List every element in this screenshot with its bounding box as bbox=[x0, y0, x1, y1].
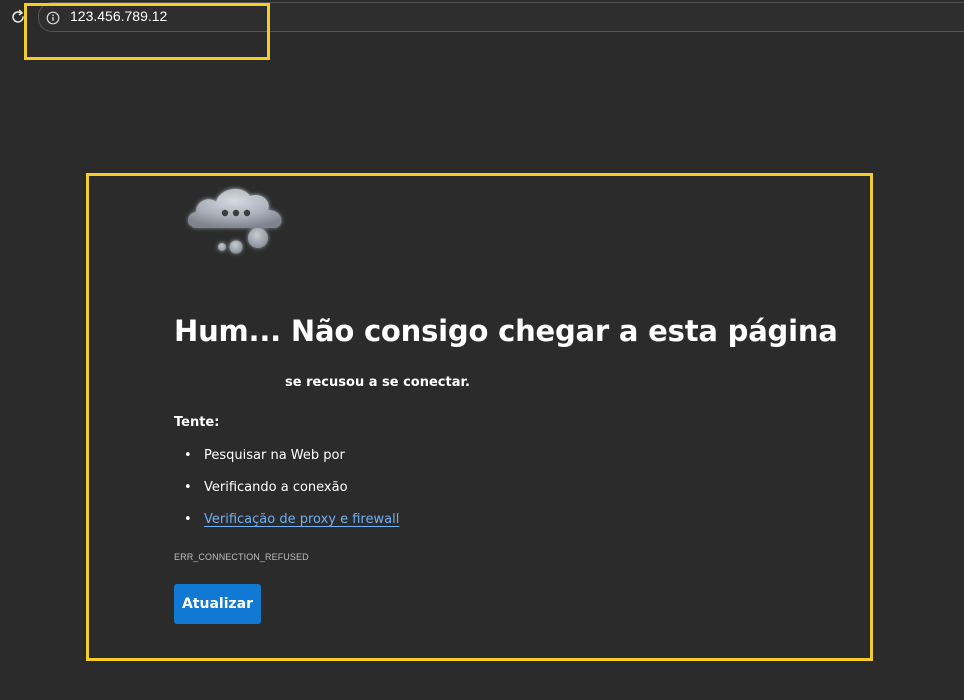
suggestion-label: Verificando a conexão bbox=[204, 480, 348, 495]
cloud-icon bbox=[182, 176, 294, 260]
suggestion-proxy-firewall: • Verificação de proxy e firewall bbox=[184, 512, 400, 527]
try-label: Tente: bbox=[174, 415, 220, 430]
suggestion-search-web: • Pesquisar na Web por bbox=[184, 448, 345, 463]
suggestion-label: Pesquisar na Web por bbox=[204, 448, 345, 463]
url-text[interactable]: 123.456.789.12 bbox=[70, 8, 167, 25]
proxy-firewall-link[interactable]: Verificação de proxy e firewall bbox=[204, 512, 399, 527]
suggestion-check-connection: • Verificando a conexão bbox=[184, 480, 348, 495]
browser-toolbar: 123.456.789.12 bbox=[0, 0, 964, 34]
suggestion-list: • Pesquisar na Web por • Verificando a c… bbox=[174, 446, 399, 542]
reload-icon[interactable] bbox=[9, 8, 27, 26]
page-title: Hum... Não consigo chegar a esta página bbox=[174, 314, 838, 348]
info-icon[interactable] bbox=[46, 10, 60, 25]
refresh-button[interactable]: Atualizar bbox=[174, 584, 261, 624]
refused-text: se recusou a se conectar. bbox=[285, 375, 470, 390]
refused-message: se recusou a se conectar. bbox=[174, 374, 470, 392]
address-bar[interactable] bbox=[38, 2, 964, 32]
error-code: ERR_CONNECTION_REFUSED bbox=[174, 552, 309, 562]
